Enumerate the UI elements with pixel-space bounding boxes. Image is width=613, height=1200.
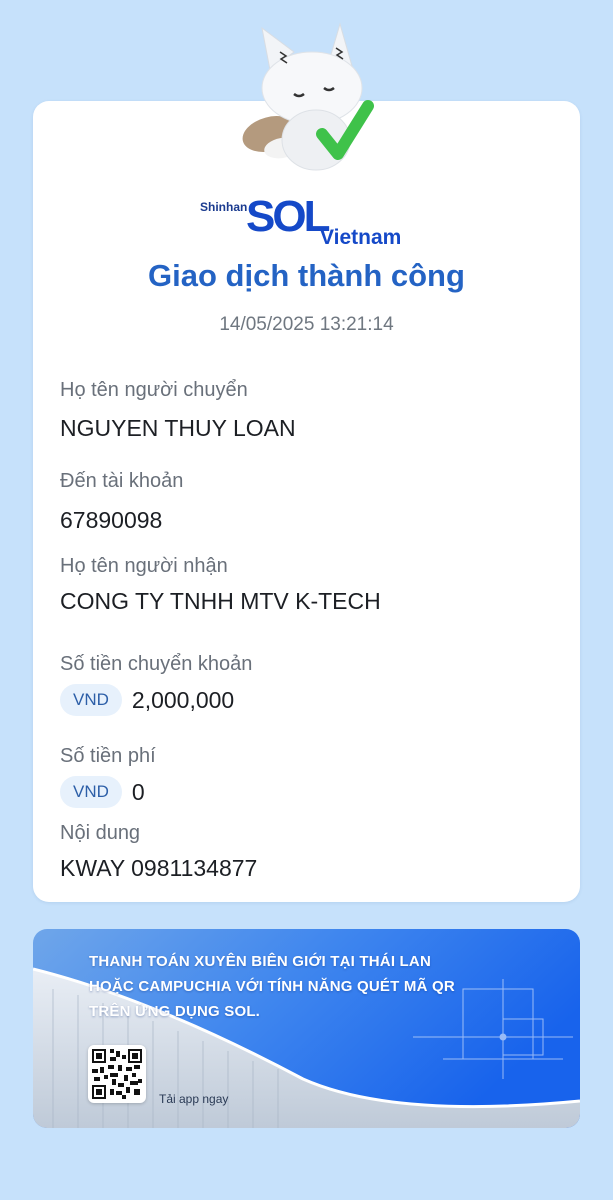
- content-value: KWAY 0981134877: [60, 855, 258, 881]
- receiver-value: CONG TY TNHH MTV K-TECH: [60, 588, 381, 614]
- fee-currency-badge: VND: [60, 776, 122, 808]
- fee-value: 0: [131, 778, 145, 805]
- fox-mascot-check-icon: [242, 22, 374, 171]
- logo-shinhan-text: Shinhan: [200, 200, 248, 214]
- logo-sol-text: SOL: [246, 192, 330, 241]
- qr-code[interactable]: [88, 1045, 146, 1103]
- banner-headline: THANH TOÁN XUYÊN BIÊN GIỚI TẠI THÁI LAN …: [89, 949, 529, 1024]
- amount-row: VND 2,000,000: [60, 684, 234, 716]
- fee-label: Số tiền phí: [60, 745, 156, 767]
- shinhan-sol-vietnam-logo: Shinhan SOL Vietnam: [0, 192, 613, 252]
- account-label: Đến tài khoản: [60, 470, 184, 492]
- banner-line-3: TRÊN ỨNG DỤNG SOL.: [89, 1003, 261, 1020]
- download-app-link[interactable]: Tải app ngay: [159, 1092, 228, 1106]
- transaction-status-title: Giao dịch thành công: [148, 258, 465, 293]
- receiver-label: Họ tên người nhận: [60, 555, 228, 577]
- transaction-datetime: 14/05/2025 13:21:14: [219, 314, 394, 335]
- banner-line-2: HOẶC CAMPUCHIA VỚI TÍNH NĂNG QUÉT MÃ QR: [89, 978, 455, 995]
- sender-label: Họ tên người chuyển: [60, 379, 248, 401]
- qr-code-icon: [92, 1049, 142, 1099]
- logo-vietnam-text: Vietnam: [320, 226, 402, 249]
- fee-row: VND 0: [60, 776, 145, 808]
- promo-banner[interactable]: THANH TOÁN XUYÊN BIÊN GIỚI TẠI THÁI LAN …: [33, 929, 580, 1128]
- banner-line-1: THANH TOÁN XUYÊN BIÊN GIỚI TẠI THÁI LAN: [89, 953, 431, 970]
- amount-value: 2,000,000: [131, 686, 235, 713]
- amount-currency-badge: VND: [60, 684, 122, 716]
- sender-value: NGUYEN THUY LOAN: [60, 415, 296, 441]
- amount-label: Số tiền chuyển khoản: [60, 653, 253, 675]
- content-label: Nội dung: [60, 822, 141, 844]
- account-value: 67890098: [60, 507, 163, 533]
